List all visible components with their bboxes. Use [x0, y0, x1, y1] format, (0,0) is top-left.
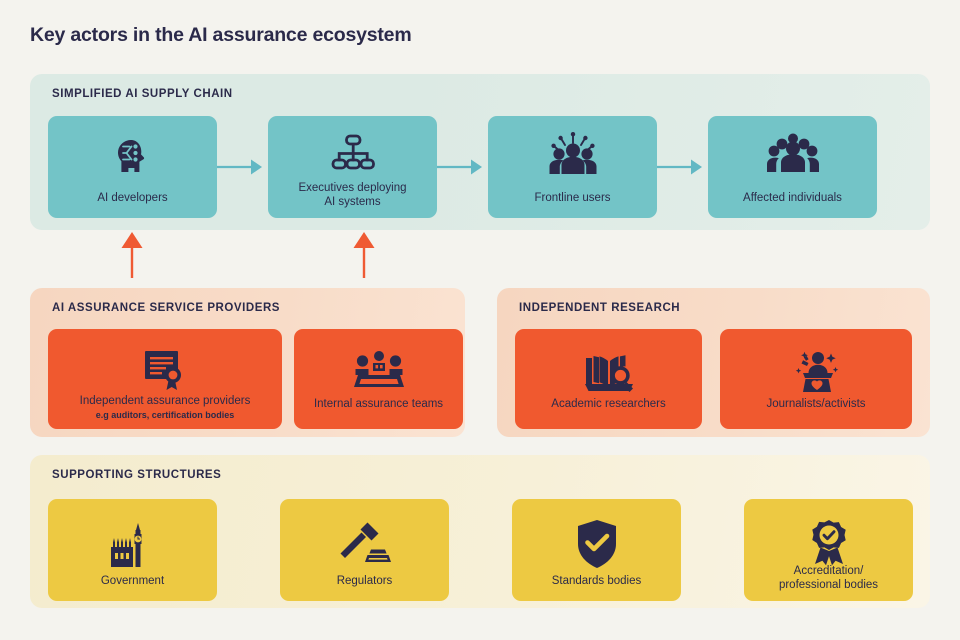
panel-ai-assurance-service-providers: AI ASSURANCE SERVICE PROVIDERS Independe… [30, 288, 465, 437]
award-ribbon-icon [744, 519, 913, 567]
chain-arrow-1-icon [217, 158, 268, 176]
node-label: Regulators [336, 574, 393, 587]
panel-simplified-ai-supply-chain: SIMPLIFIED AI SUPPLY CHAIN AI developers [30, 74, 930, 230]
supply-chain-row: AI developers Executives deploying AI sy… [48, 116, 877, 218]
node-ai-developers[interactable]: AI developers [48, 116, 217, 218]
node-executives-deploying-ai-systems[interactable]: Executives deploying AI systems [268, 116, 437, 218]
ai-head-circuit-icon [48, 132, 217, 180]
node-label: Standards bodies [551, 574, 642, 587]
shield-check-icon [512, 519, 681, 569]
book-magnifier-icon [515, 349, 702, 393]
node-label: Academic researchers [551, 397, 666, 410]
node-label: Accreditation/ professional bodies [744, 565, 913, 592]
node-academic-researchers[interactable]: Academic researchers [515, 329, 702, 429]
node-label: Independent assurance providers [79, 394, 251, 407]
org-chart-icon [268, 132, 437, 176]
node-standards-bodies[interactable]: Standards bodies [512, 499, 681, 601]
node-sublabel: e.g auditors, certification bodies [95, 410, 235, 420]
team-table-icon [294, 349, 463, 391]
node-label: Executives deploying AI systems [268, 182, 437, 209]
parliament-icon [48, 519, 217, 571]
node-journalists-activists[interactable]: Journalists/activists [720, 329, 912, 429]
node-internal-assurance-teams[interactable]: Internal assurance teams [294, 329, 463, 429]
node-label-line1: Accreditation/ [793, 565, 864, 577]
node-label-line2: AI systems [324, 195, 381, 208]
page-title: Key actors in the AI assurance ecosystem [30, 24, 412, 46]
node-frontline-users[interactable]: Frontline users [488, 116, 657, 218]
supporting-structures-row: Government Regulators Standards bodies A… [48, 499, 913, 601]
certificate-icon [48, 349, 282, 391]
diagram-canvas: Key actors in the AI assurance ecosystem… [0, 0, 960, 640]
people-group-icon [708, 132, 877, 176]
node-regulators[interactable]: Regulators [280, 499, 449, 601]
node-label: Frontline users [534, 191, 611, 204]
panel-independent-research: INDEPENDENT RESEARCH Academic researcher… [497, 288, 930, 437]
node-label: Journalists/activists [766, 397, 866, 410]
gavel-icon [280, 519, 449, 567]
node-accreditation-professional-bodies[interactable]: Accreditation/ professional bodies [744, 499, 913, 601]
node-label: AI developers [97, 191, 168, 204]
node-label: Government [100, 574, 165, 587]
chain-arrow-2-icon [437, 158, 488, 176]
panel-title-supply-chain: SIMPLIFIED AI SUPPLY CHAIN [52, 88, 233, 100]
upward-arrow-to-executives-icon [352, 232, 376, 278]
node-label-line2: professional bodies [778, 578, 879, 591]
node-independent-assurance-providers[interactable]: Independent assurance providers e.g audi… [48, 329, 282, 429]
panel-supporting-structures: SUPPORTING STRUCTURES Government Regulat… [30, 455, 930, 608]
independent-research-row: Academic researchers Journalists/activis… [515, 329, 912, 429]
node-label: Affected individuals [743, 191, 842, 204]
panel-title-assurance-providers: AI ASSURANCE SERVICE PROVIDERS [52, 302, 281, 314]
node-government[interactable]: Government [48, 499, 217, 601]
node-label: Internal assurance teams [313, 397, 444, 410]
node-affected-individuals[interactable]: Affected individuals [708, 116, 877, 218]
chain-arrow-3-icon [657, 158, 708, 176]
upward-arrow-to-ai-developers-icon [120, 232, 144, 278]
node-label-line1: Executives deploying [298, 182, 407, 194]
panel-title-independent-research: INDEPENDENT RESEARCH [519, 302, 681, 314]
podium-heart-icon [720, 349, 912, 393]
panel-title-supporting-structures: SUPPORTING STRUCTURES [52, 469, 222, 481]
frontline-users-icon [488, 132, 657, 178]
assurance-providers-row: Independent assurance providers e.g audi… [48, 329, 463, 429]
